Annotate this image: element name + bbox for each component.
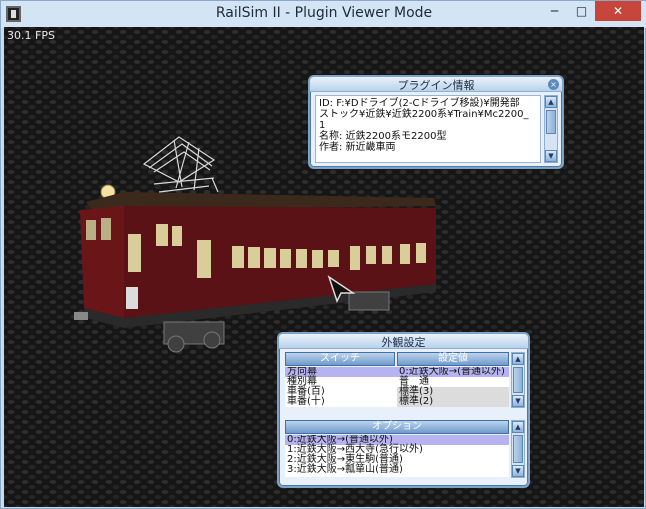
option-scrollbar[interactable]: ▲ ▼ bbox=[511, 420, 525, 478]
option-item[interactable]: 3:近鉄大阪→瓢箪山(普通) bbox=[285, 465, 509, 475]
info-scrollbar[interactable]: ▲ ▼ bbox=[544, 95, 558, 163]
switch-key: 車番(十) bbox=[287, 396, 325, 407]
scroll-thumb[interactable] bbox=[546, 110, 556, 134]
info-line: 作者: 新近畿車両 bbox=[319, 142, 396, 153]
scroll-up-icon[interactable]: ▲ bbox=[512, 353, 524, 365]
appearance-title: 外観設定 bbox=[279, 334, 528, 349]
maximize-button[interactable]: □ bbox=[568, 1, 595, 21]
option-header[interactable]: オプション bbox=[285, 420, 509, 434]
plugin-info-title: プラグイン情報 bbox=[310, 77, 562, 92]
app-window: RailSim II - Plugin Viewer Mode ─ □ ✕ 30… bbox=[0, 0, 646, 509]
number-plate bbox=[126, 287, 138, 309]
mouse-cursor-icon bbox=[327, 275, 356, 303]
value-column-header[interactable]: 設定値 bbox=[397, 352, 509, 366]
switch-value: 標準(2) bbox=[399, 396, 434, 407]
plugin-info-text: ID: F:¥Dドライブ(2-Cドライブ移設)¥開発部 ストック¥近鉄¥近鉄22… bbox=[315, 95, 541, 163]
minimize-button[interactable]: ─ bbox=[541, 1, 568, 21]
appearance-settings-panel: 外観設定 スイッチ 設定値 方向幕 0:近鉄大阪→(普通以外) 種別幕 普 通 … bbox=[277, 332, 530, 488]
plugin-info-panel: プラグイン情報 × ID: F:¥Dドライブ(2-Cドライブ移設)¥開発部 スト… bbox=[308, 75, 564, 169]
scroll-down-icon[interactable]: ▼ bbox=[512, 465, 524, 477]
close-button[interactable]: ✕ bbox=[595, 1, 641, 21]
scroll-thumb[interactable] bbox=[513, 435, 523, 463]
switch-row[interactable]: 車番(十) 標準(2) bbox=[285, 397, 509, 407]
panel-close-icon[interactable]: × bbox=[548, 79, 559, 90]
title-bar[interactable]: RailSim II - Plugin Viewer Mode ─ □ ✕ bbox=[1, 1, 646, 28]
info-line: 名称: 近鉄2200系モ2200型 bbox=[319, 131, 447, 142]
scroll-up-icon[interactable]: ▲ bbox=[545, 96, 557, 108]
scroll-thumb[interactable] bbox=[513, 367, 523, 393]
scroll-down-icon[interactable]: ▼ bbox=[545, 150, 557, 162]
option-list: 0:近鉄大阪→(普通以外) 1:近鉄大阪→西大寺(急行以外) 2:近鉄大阪→東生… bbox=[285, 435, 509, 477]
coupler bbox=[74, 312, 88, 320]
switch-scrollbar[interactable]: ▲ ▼ bbox=[511, 352, 525, 408]
scroll-up-icon[interactable]: ▲ bbox=[512, 421, 524, 433]
scroll-down-icon[interactable]: ▼ bbox=[512, 395, 524, 407]
switch-column-header[interactable]: スイッチ bbox=[285, 352, 395, 366]
switch-list: 方向幕 0:近鉄大阪→(普通以外) 種別幕 普 通 車番(百) 標準(3) 車番… bbox=[285, 367, 509, 407]
info-line: 1 bbox=[319, 120, 326, 131]
fps-counter: 30.1 FPS bbox=[7, 29, 55, 42]
info-line: ストック¥近鉄¥近鉄2200系¥Train¥Mc2200_ bbox=[319, 109, 529, 120]
pantograph bbox=[142, 136, 219, 193]
switch-row[interactable]: 方向幕 0:近鉄大阪→(普通以外) bbox=[285, 367, 509, 377]
info-line: ID: F:¥Dドライブ(2-Cドライブ移設)¥開発部 bbox=[319, 98, 520, 109]
